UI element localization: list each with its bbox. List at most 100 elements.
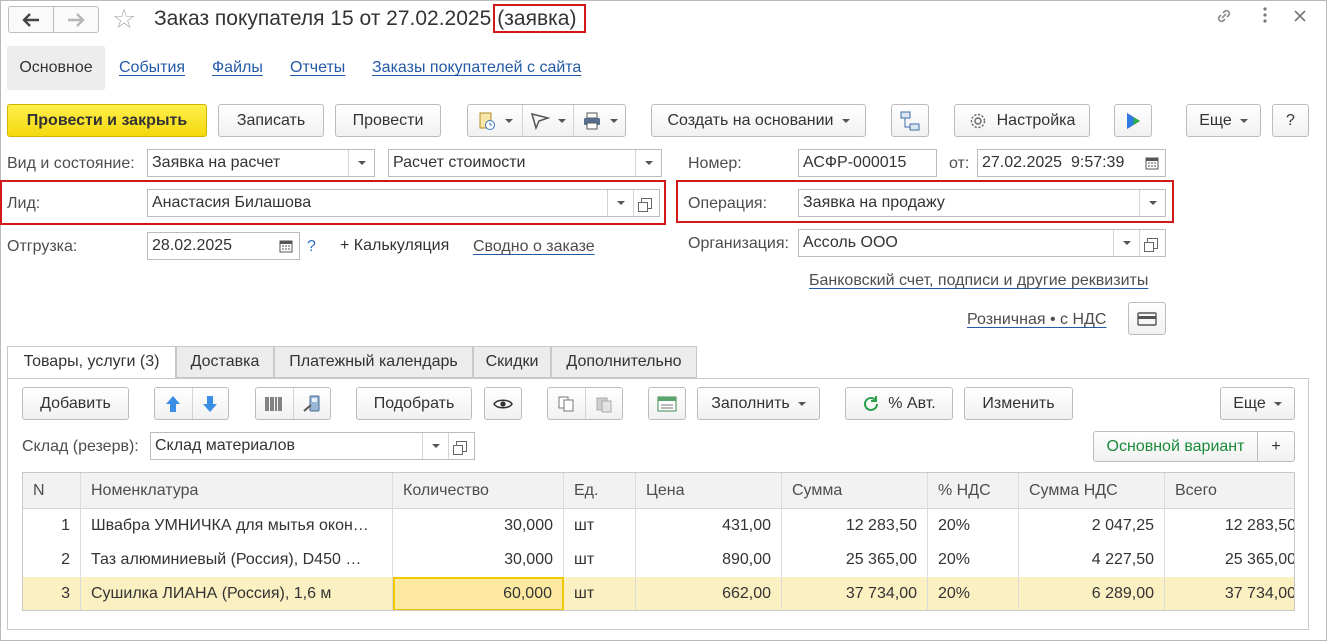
media-button[interactable] (1114, 104, 1152, 137)
change-button[interactable]: Изменить (964, 387, 1073, 420)
table-row[interactable]: 2 Таз алюминиевый (Россия), D450 … 30,00… (23, 543, 1294, 577)
auto-discount-button[interactable]: % Авт. (845, 387, 953, 420)
operation-dropdown[interactable] (1139, 190, 1165, 216)
pick-button[interactable]: Подобрать (356, 387, 472, 420)
tab-site-orders[interactable]: Заказы покупателей с сайта (372, 46, 581, 90)
tab-files[interactable]: Файлы (212, 46, 263, 90)
structure-button[interactable] (891, 104, 929, 137)
lead-dropdown[interactable] (607, 190, 633, 216)
kind-dropdown[interactable] (348, 150, 374, 176)
favorite-star-icon[interactable]: ☆ (112, 4, 136, 34)
tab-payment-calendar[interactable]: Платежный календарь (274, 346, 473, 378)
add-variant-button[interactable]: + (1257, 431, 1295, 462)
fill-button[interactable]: Заполнить (697, 387, 820, 420)
item-name[interactable]: Таз алюминиевый (Россия), D450 … (81, 543, 393, 577)
unit[interactable]: шт (564, 543, 636, 577)
documents-menu-button[interactable] (468, 105, 522, 136)
vat-amount[interactable]: 4 227,50 (1019, 543, 1165, 577)
organization-dropdown[interactable] (1113, 230, 1139, 256)
close-icon[interactable] (1289, 6, 1311, 28)
copy-button[interactable] (548, 388, 585, 419)
vat-rate[interactable]: 20% (928, 543, 1019, 577)
post-and-close-button[interactable]: Провести и закрыть (7, 104, 207, 137)
view-button[interactable] (484, 387, 522, 420)
bank-details-link[interactable]: Банковский счет, подписи и другие реквиз… (809, 271, 1148, 291)
state-dropdown[interactable] (635, 150, 661, 176)
paste-button[interactable] (584, 388, 623, 419)
price[interactable]: 431,00 (636, 509, 782, 543)
amount[interactable]: 37 734,00 (782, 577, 928, 610)
table-row-selected[interactable]: 3 Сушилка ЛИАНА (Россия), 1,6 м 60,000 ш… (23, 577, 1294, 610)
lead-open-button[interactable] (633, 190, 659, 216)
link-icon[interactable] (1213, 6, 1235, 31)
main-variant-button[interactable]: Основной вариант (1093, 431, 1258, 462)
quantity[interactable]: 30,000 (393, 543, 564, 577)
quantity[interactable]: 30,000 (393, 509, 564, 543)
vat-rate[interactable]: 20% (928, 509, 1019, 543)
calculation-button[interactable]: + Калькуляция (340, 236, 449, 256)
unit[interactable]: шт (564, 577, 636, 610)
column-header[interactable]: Сумма НДС (1019, 473, 1165, 508)
save-button[interactable]: Записать (218, 104, 324, 137)
tab-events[interactable]: События (119, 46, 185, 90)
column-header[interactable]: Номенклатура (81, 473, 393, 508)
move-down-button[interactable] (191, 388, 229, 419)
price[interactable]: 662,00 (636, 577, 782, 610)
state-select[interactable]: Расчет стоимости (388, 149, 662, 177)
warehouse-dropdown[interactable] (422, 433, 448, 459)
vat-rate[interactable]: 20% (928, 577, 1019, 610)
warehouse-select[interactable]: Склад материалов (150, 432, 475, 460)
lead-select[interactable]: Анастасия Билашова (147, 189, 660, 217)
number-field[interactable]: АСФР-000015 (798, 149, 937, 177)
help-button[interactable]: ? (1272, 104, 1309, 137)
filter-menu-button[interactable] (521, 105, 574, 136)
post-button[interactable]: Провести (335, 104, 441, 137)
organization-select[interactable]: Ассоль ООО (798, 229, 1166, 257)
forward-button[interactable] (53, 7, 98, 32)
calendar-icon[interactable] (273, 233, 299, 259)
settings-button[interactable]: Настройка (954, 104, 1090, 137)
kind-select[interactable]: Заявка на расчет (147, 149, 375, 177)
unit[interactable]: шт (564, 509, 636, 543)
goods-more-button[interactable]: Еще (1220, 387, 1295, 420)
tab-additional[interactable]: Дополнительно (551, 346, 697, 378)
vat-amount[interactable]: 6 289,00 (1019, 577, 1165, 610)
tab-discounts[interactable]: Скидки (473, 346, 551, 378)
quantity-active-cell[interactable]: 60,000 (393, 577, 564, 610)
operation-select[interactable]: Заявка на продажу (798, 189, 1166, 217)
vat-amount[interactable]: 2 047,25 (1019, 509, 1165, 543)
move-up-button[interactable] (155, 388, 192, 419)
organization-open-button[interactable] (1139, 230, 1165, 256)
table-row[interactable]: 1 Швабра УМНИЧКА для мытья окон… 30,000 … (23, 509, 1294, 543)
column-header[interactable]: Сумма (782, 473, 928, 508)
column-header[interactable]: N (23, 473, 81, 508)
column-header[interactable]: % НДС (928, 473, 1019, 508)
warehouse-open-button[interactable] (448, 433, 474, 459)
shipment-date-field[interactable]: 28.02.2025 (147, 232, 300, 260)
column-header[interactable]: Количество (393, 473, 564, 508)
create-based-on-button[interactable]: Создать на основании (651, 104, 866, 137)
amount[interactable]: 25 365,00 (782, 543, 928, 577)
more-vertical-icon[interactable] (1254, 6, 1276, 29)
price[interactable]: 890,00 (636, 543, 782, 577)
barcode-scan-button[interactable] (256, 388, 293, 419)
column-header[interactable]: Цена (636, 473, 782, 508)
add-button[interactable]: Добавить (22, 387, 129, 420)
date-field[interactable]: 27.02.2025 9:57:39 (977, 149, 1166, 177)
fill-table-button[interactable] (648, 387, 686, 420)
price-type-link[interactable]: Розничная • с НДС (967, 310, 1106, 330)
item-name[interactable]: Сушилка ЛИАНА (Россия), 1,6 м (81, 577, 393, 610)
order-summary-link[interactable]: Сводно о заказе (473, 237, 595, 257)
payment-card-button[interactable] (1128, 302, 1166, 335)
print-menu-button[interactable] (573, 105, 625, 136)
tab-goods[interactable]: Товары, услуги (3) (7, 346, 176, 379)
more-button[interactable]: Еще (1186, 104, 1261, 137)
back-button[interactable] (9, 7, 53, 32)
column-header[interactable]: Ед. (564, 473, 636, 508)
tab-delivery[interactable]: Доставка (176, 346, 274, 378)
calendar-icon[interactable] (1139, 150, 1165, 176)
help-question-icon[interactable]: ? (307, 237, 316, 257)
data-collection-button[interactable] (292, 388, 331, 419)
amount[interactable]: 12 283,50 (782, 509, 928, 543)
tab-reports[interactable]: Отчеты (290, 46, 345, 90)
